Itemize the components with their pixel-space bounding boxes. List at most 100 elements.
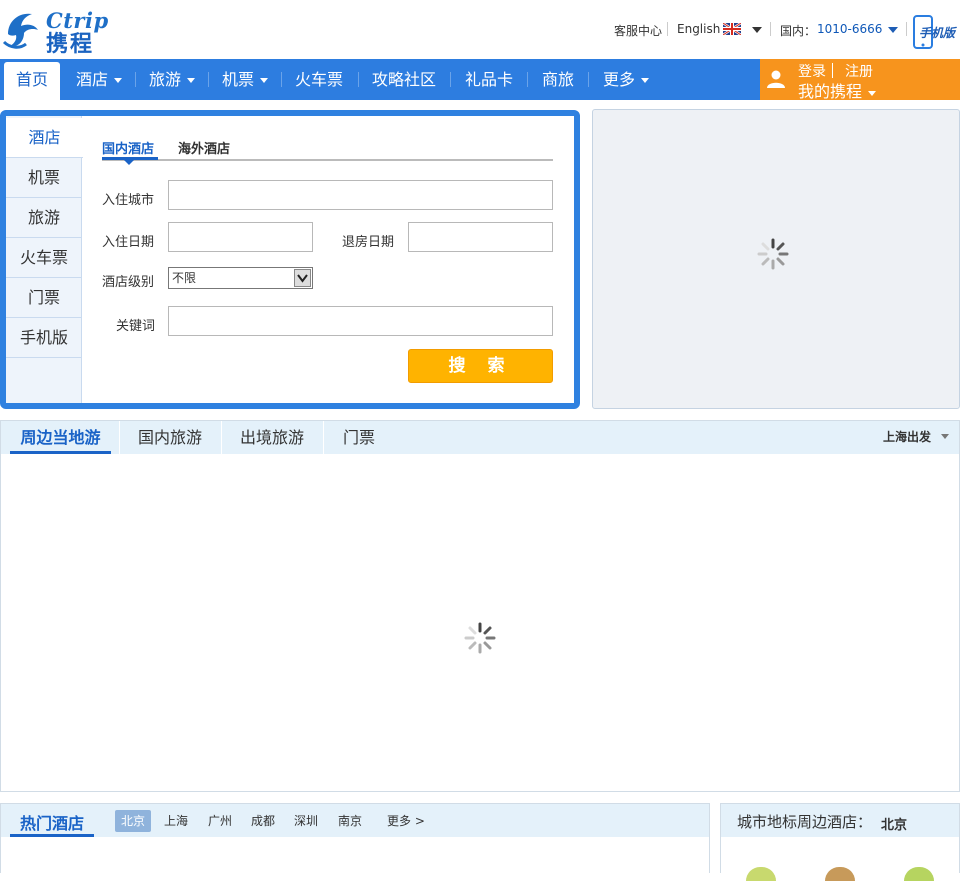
chevron-down-icon bbox=[868, 91, 877, 96]
city-tab-shenzhen[interactable]: 深圳 bbox=[288, 810, 324, 832]
customer-service-link[interactable]: 客服中心 bbox=[614, 22, 662, 39]
active-tab-arrow-icon bbox=[124, 160, 134, 165]
nav-item-community[interactable]: 攻略社区 bbox=[372, 59, 436, 100]
select-arrow-icon bbox=[294, 269, 311, 287]
active-tab-indicator bbox=[10, 834, 94, 837]
search-category-tabs: 酒店 机票 旅游 火车票 门票 手机版 bbox=[6, 116, 83, 403]
loading-spinner-icon bbox=[464, 622, 496, 654]
city-tab-nanjing[interactable]: 南京 bbox=[332, 810, 368, 832]
nav-divider bbox=[358, 72, 359, 87]
nav-item-business[interactable]: 商旅 bbox=[542, 59, 574, 100]
city-tab-chengdu[interactable]: 成都 bbox=[245, 810, 281, 832]
tab-nearby-tours[interactable]: 周边当地游 bbox=[10, 421, 111, 454]
my-ctrip-label: 我的携程 bbox=[798, 82, 863, 101]
landmark-title: 城市地标周边酒店： bbox=[737, 813, 873, 831]
main-nav: 首页 酒店 旅游 机票 火车票 攻略社区 礼品卡 商旅 更多 登录 注册 我的携… bbox=[0, 59, 960, 102]
nav-divider bbox=[527, 72, 528, 87]
hotline-label: 国内： bbox=[780, 24, 817, 38]
nav-item-giftcard[interactable]: 礼品卡 bbox=[465, 59, 513, 100]
landmark-city[interactable]: 北京 bbox=[881, 814, 907, 833]
hotline-dropdown-icon[interactable] bbox=[888, 27, 898, 33]
user-icon bbox=[767, 70, 785, 88]
hotline-number: 1010-6666 bbox=[817, 22, 883, 36]
mobile-app-link[interactable]: 手机版 bbox=[912, 15, 958, 49]
departure-city-select[interactable]: 上海出发 bbox=[883, 421, 949, 454]
more-cities-link[interactable]: 更多 > bbox=[381, 810, 431, 832]
nav-item-travel[interactable]: 旅游 bbox=[149, 59, 196, 100]
side-tab-tickets[interactable]: 门票 bbox=[6, 278, 82, 318]
tab-tickets[interactable]: 门票 bbox=[324, 421, 394, 454]
landmark-thumbnail[interactable] bbox=[904, 867, 934, 881]
side-tab-travel[interactable]: 旅游 bbox=[6, 198, 82, 238]
checkin-city-input[interactable] bbox=[168, 180, 553, 210]
hotel-level-select[interactable]: 不限 bbox=[168, 267, 313, 289]
chevron-down-icon bbox=[114, 78, 123, 83]
user-account-box: 登录 注册 我的携程 bbox=[760, 59, 960, 102]
city-tab-shanghai[interactable]: 上海 bbox=[158, 810, 194, 832]
uk-flag-icon[interactable] bbox=[723, 23, 741, 35]
nav-divider bbox=[135, 72, 136, 87]
city-tab-guangzhou[interactable]: 广州 bbox=[202, 810, 238, 832]
dolphin-logo-icon bbox=[2, 13, 38, 49]
nav-item-label: 商旅 bbox=[542, 70, 575, 89]
language-dropdown-icon[interactable] bbox=[752, 27, 762, 33]
landmark-thumbnail[interactable] bbox=[825, 867, 855, 881]
departure-city-label: 上海出发 bbox=[883, 430, 932, 444]
search-button[interactable]: 搜 索 bbox=[408, 349, 553, 383]
hotel-level-value: 不限 bbox=[172, 271, 197, 285]
sub-tab-overseas-hotel[interactable]: 海外酒店 bbox=[178, 138, 230, 157]
nav-divider bbox=[450, 72, 451, 87]
side-tab-mobile[interactable]: 手机版 bbox=[6, 318, 82, 358]
promo-banner-area bbox=[592, 109, 960, 409]
hot-hotels-section: 热门酒店 北京 上海 广州 成都 深圳 南京 更多 > bbox=[0, 803, 710, 873]
chevron-down-icon bbox=[187, 78, 196, 83]
divider bbox=[906, 22, 907, 36]
keyword-input[interactable] bbox=[168, 306, 553, 336]
nav-item-label: 旅游 bbox=[149, 70, 182, 89]
language-english-link[interactable]: English bbox=[677, 22, 720, 36]
side-tab-flights[interactable]: 机票 bbox=[6, 158, 82, 198]
nav-item-home[interactable]: 首页 bbox=[4, 62, 60, 100]
city-tab-beijing[interactable]: 北京 bbox=[115, 810, 152, 832]
divider bbox=[770, 22, 771, 36]
chevron-down-icon bbox=[260, 78, 269, 83]
nav-item-label: 攻略社区 bbox=[372, 70, 437, 89]
divider bbox=[832, 63, 833, 78]
nav-item-label: 更多 bbox=[603, 70, 636, 89]
landmark-header: 城市地标周边酒店： 北京 bbox=[721, 804, 959, 837]
checkin-city-label: 入住城市 bbox=[102, 193, 155, 208]
hot-hotels-title: 热门酒店 bbox=[20, 814, 85, 833]
nav-item-label: 礼品卡 bbox=[465, 70, 514, 89]
nav-item-label: 火车票 bbox=[295, 70, 344, 89]
nav-divider bbox=[588, 72, 589, 87]
tab-domestic-tours[interactable]: 国内旅游 bbox=[120, 421, 220, 454]
nav-item-flights[interactable]: 机票 bbox=[222, 59, 269, 100]
tab-outbound-tours[interactable]: 出境旅游 bbox=[222, 421, 322, 454]
nav-divider bbox=[281, 72, 282, 87]
hot-hotels-header: 热门酒店 北京 上海 广州 成都 深圳 南京 更多 > bbox=[1, 804, 709, 837]
nav-item-label: 机票 bbox=[222, 70, 255, 89]
logo-chinese-text: 携程 bbox=[46, 32, 95, 57]
my-ctrip-menu[interactable]: 我的携程 bbox=[798, 78, 877, 102]
side-tab-hotel[interactable]: 酒店 bbox=[6, 118, 83, 158]
chevron-down-icon bbox=[941, 434, 949, 439]
checkout-date-label: 退房日期 bbox=[342, 235, 395, 250]
nav-divider bbox=[208, 72, 209, 87]
landmark-thumbnail[interactable] bbox=[746, 867, 776, 881]
hotel-level-label: 酒店级别 bbox=[102, 275, 155, 290]
sub-tab-domestic-hotel[interactable]: 国内酒店 bbox=[102, 138, 154, 157]
tour-tabs: 周边当地游 国内旅游 出境旅游 门票 上海出发 bbox=[1, 421, 959, 454]
ctrip-logo[interactable]: Ctrip 携程 bbox=[2, 6, 122, 57]
checkin-date-input[interactable] bbox=[168, 222, 313, 252]
landmark-hotels-section: 城市地标周边酒店： 北京 bbox=[720, 803, 960, 881]
loading-spinner-icon bbox=[757, 238, 789, 270]
nav-item-more[interactable]: 更多 bbox=[603, 59, 650, 100]
nav-item-hotel[interactable]: 酒店 bbox=[76, 59, 123, 100]
tour-section: 周边当地游 国内旅游 出境旅游 门票 上海出发 bbox=[0, 420, 960, 792]
nav-item-trains[interactable]: 火车票 bbox=[295, 59, 343, 100]
search-panel: 酒店 机票 旅游 火车票 门票 手机版 国内酒店 海外酒店 入住城市 入住日期 … bbox=[0, 110, 580, 409]
side-tab-trains[interactable]: 火车票 bbox=[6, 238, 82, 278]
chevron-down-icon bbox=[641, 78, 650, 83]
chevron-down-icon bbox=[297, 274, 308, 283]
checkout-date-input[interactable] bbox=[408, 222, 553, 252]
